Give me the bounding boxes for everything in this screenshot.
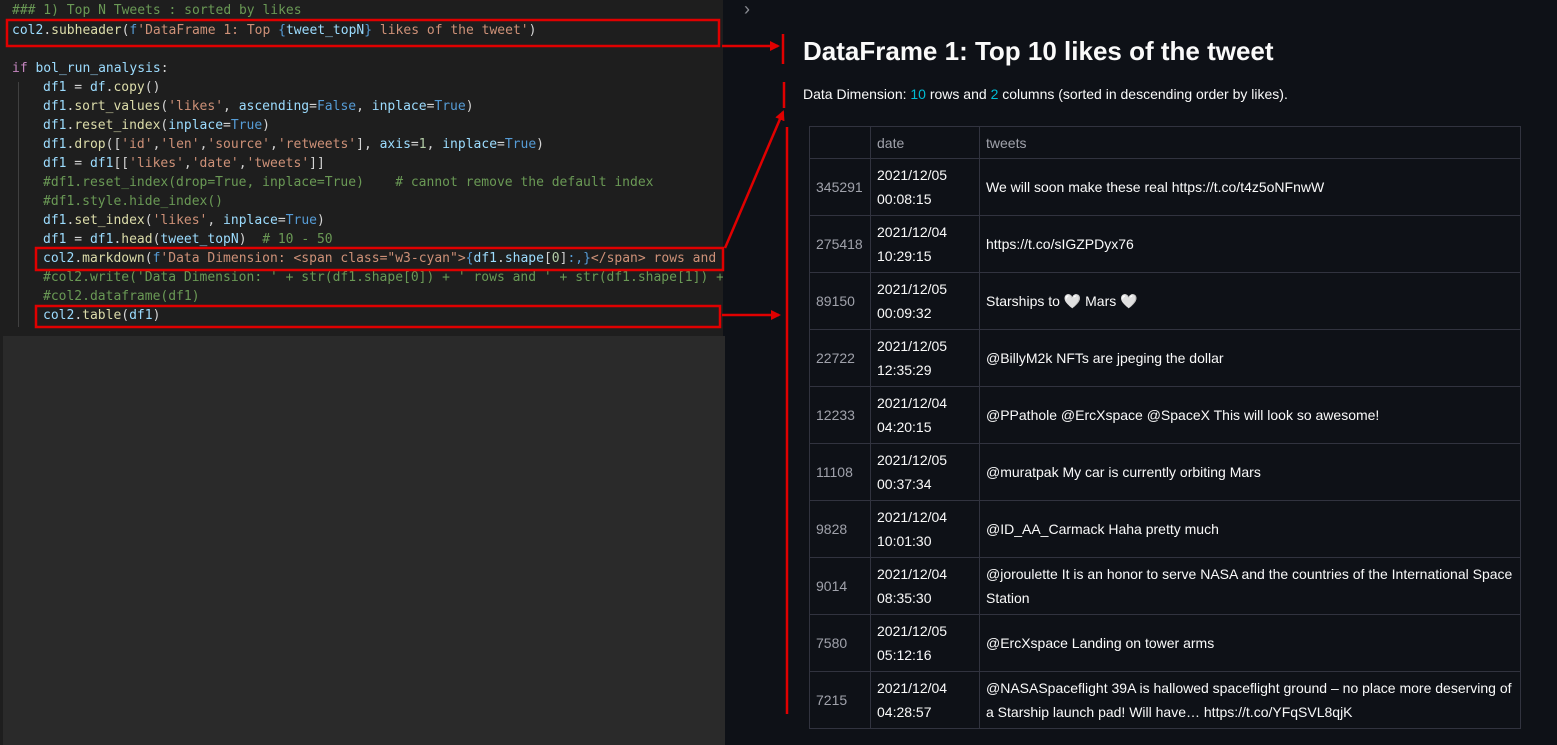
- table-row: 89150 2021/12/05 00:09:32 Starships to 🤍 …: [809, 272, 1521, 330]
- code-line-6: df1.sort_values('likes', ascending=False…: [43, 99, 474, 114]
- editor-empty-area: [3, 336, 725, 745]
- table-row: 345291 2021/12/05 00:08:15 We will soon m…: [809, 158, 1521, 216]
- date-value: 2021/12/05: [877, 623, 948, 639]
- tweet-cell: @joroulette It is an honor to serve NASA…: [979, 557, 1521, 615]
- code-line-10: #df1.reset_index(drop=True, inplace=True…: [43, 175, 654, 190]
- time-value: 00:09:32: [877, 305, 932, 321]
- date-cell: 2021/12/05 12:35:29: [870, 329, 980, 387]
- dataframe-table: date tweets 345291 2021/12/05 00:08:15 We…: [809, 126, 1521, 729]
- date-value: 2021/12/04: [877, 509, 948, 525]
- date-cell: 2021/12/04 04:20:15: [870, 386, 980, 444]
- code-line-12: df1.set_index('likes', inplace=True): [43, 213, 325, 228]
- chevron-right-icon[interactable]: ›: [744, 0, 750, 18]
- time-value: 04:20:15: [877, 419, 932, 435]
- date-value: 2021/12/05: [877, 452, 948, 468]
- column-header-index: [809, 126, 871, 159]
- table-row: 9014 2021/12/04 08:35:30 @joroulette It i…: [809, 557, 1521, 615]
- date-cell: 2021/12/04 10:29:15: [870, 215, 980, 273]
- dimension-prefix: Data Dimension:: [803, 86, 911, 102]
- tweet-cell: @muratpak My car is currently orbiting M…: [979, 443, 1521, 501]
- time-value: 05:12:16: [877, 647, 932, 663]
- tweet-cell: https://t.co/sIGZPDyx76: [979, 215, 1521, 273]
- date-value: 2021/12/04: [877, 566, 948, 582]
- tweet-cell: We will soon make these real https://t.c…: [979, 158, 1521, 216]
- code-line-2: col2.subheader(f'DataFrame 1: Top {tweet…: [12, 23, 537, 38]
- likes-cell: 89150: [809, 272, 871, 330]
- time-value: 12:35:29: [877, 362, 932, 378]
- dimension-middle: rows and: [925, 86, 991, 102]
- date-value: 2021/12/04: [877, 395, 948, 411]
- code-line-14: col2.markdown(f'Data Dimension: <span cl…: [43, 251, 723, 266]
- column-header-date: date: [870, 126, 980, 159]
- likes-cell: 9828: [809, 500, 871, 558]
- date-cell: 2021/12/04 10:01:30: [870, 500, 980, 558]
- table-row: 7580 2021/12/05 05:12:16 @ErcXspace Landi…: [809, 614, 1521, 672]
- date-cell: 2021/12/04 04:28:57: [870, 671, 980, 729]
- time-value: 08:35:30: [877, 590, 932, 606]
- table-header-row: date tweets: [809, 126, 1521, 159]
- code-line-5: df1 = df.copy(): [43, 80, 161, 95]
- row-count: 10: [910, 86, 926, 102]
- date-value: 2021/12/04: [877, 680, 948, 696]
- time-value: 10:01:30: [877, 533, 932, 549]
- tweet-cell: @NASASpaceflight 39A is hallowed spacefl…: [979, 671, 1521, 729]
- date-cell: 2021/12/05 05:12:16: [870, 614, 980, 672]
- date-cell: 2021/12/05 00:08:15: [870, 158, 980, 216]
- likes-cell: 7580: [809, 614, 871, 672]
- likes-cell: 7215: [809, 671, 871, 729]
- date-value: 2021/12/05: [877, 167, 948, 183]
- code-line-9: df1 = df1[['likes','date','tweets']]: [43, 156, 325, 171]
- code-line-1: ### 1) Top N Tweets : sorted by likes: [12, 1, 302, 20]
- dimension-suffix: columns (sorted in descending order by l…: [998, 86, 1288, 102]
- tweet-cell: @BillyM2k NFTs are jpeging the dollar: [979, 329, 1521, 387]
- table-row: 7215 2021/12/04 04:28:57 @NASASpaceflight…: [809, 671, 1521, 729]
- code-line-16: #col2.dataframe(df1): [43, 289, 200, 304]
- code-line-13: df1 = df1.head(tweet_topN) # 10 - 50: [43, 232, 333, 247]
- page-title: DataFrame 1: Top 10 likes of the tweet: [803, 36, 1274, 66]
- likes-cell: 9014: [809, 557, 871, 615]
- code-line-4: if bol_run_analysis:: [12, 61, 169, 76]
- streamlit-app: › DataFrame 1: Top 10 likes of the tweet…: [725, 0, 1557, 745]
- date-value: 2021/12/05: [877, 338, 948, 354]
- time-value: 00:37:34: [877, 476, 932, 492]
- likes-cell: 345291: [809, 158, 871, 216]
- table-row: 11108 2021/12/05 00:37:34 @muratpak My ca…: [809, 443, 1521, 501]
- date-cell: 2021/12/04 08:35:30: [870, 557, 980, 615]
- column-header-tweets: tweets: [979, 126, 1521, 159]
- date-cell: 2021/12/05 00:09:32: [870, 272, 980, 330]
- likes-cell: 12233: [809, 386, 871, 444]
- code-line-11: #df1.style.hide_index(): [43, 194, 224, 209]
- date-value: 2021/12/05: [877, 281, 948, 297]
- table-row: 9828 2021/12/04 10:01:30 @ID_AA_Carmack H…: [809, 500, 1521, 558]
- tweet-cell: Starships to 🤍 Mars 🤍: [979, 272, 1521, 330]
- likes-cell: 275418: [809, 215, 871, 273]
- code-line-8: df1.drop(['id','len','source','retweets'…: [43, 137, 544, 152]
- code-line-17: col2.table(df1): [43, 308, 161, 323]
- code-line-7: df1.reset_index(inplace=True): [43, 118, 270, 133]
- table-row: 22722 2021/12/05 12:35:29 @BillyM2k NFTs …: [809, 329, 1521, 387]
- data-dimension-text: Data Dimension: 10 rows and 2 columns (s…: [803, 86, 1288, 102]
- tweet-cell: @PPathole @ErcXspace @SpaceX This will l…: [979, 386, 1521, 444]
- code-editor[interactable]: ### 1) Top N Tweets : sorted by likes co…: [0, 0, 723, 336]
- time-value: 04:28:57: [877, 704, 932, 720]
- tweet-cell: @ErcXspace Landing on tower arms: [979, 614, 1521, 672]
- tweet-cell: @ID_AA_Carmack Haha pretty much: [979, 500, 1521, 558]
- date-cell: 2021/12/05 00:37:34: [870, 443, 980, 501]
- table-row: 275418 2021/12/04 10:29:15 https://t.co/s…: [809, 215, 1521, 273]
- date-value: 2021/12/04: [877, 224, 948, 240]
- time-value: 10:29:15: [877, 248, 932, 264]
- table-row: 12233 2021/12/04 04:20:15 @PPathole @ErcX…: [809, 386, 1521, 444]
- indent-guide: [18, 82, 19, 327]
- code-comment: ### 1) Top N Tweets : sorted by likes: [12, 3, 302, 18]
- code-line-15: #col2.write('Data Dimension: ' + str(df1…: [43, 270, 723, 285]
- likes-cell: 22722: [809, 329, 871, 387]
- time-value: 00:08:15: [877, 191, 932, 207]
- likes-cell: 11108: [809, 443, 871, 501]
